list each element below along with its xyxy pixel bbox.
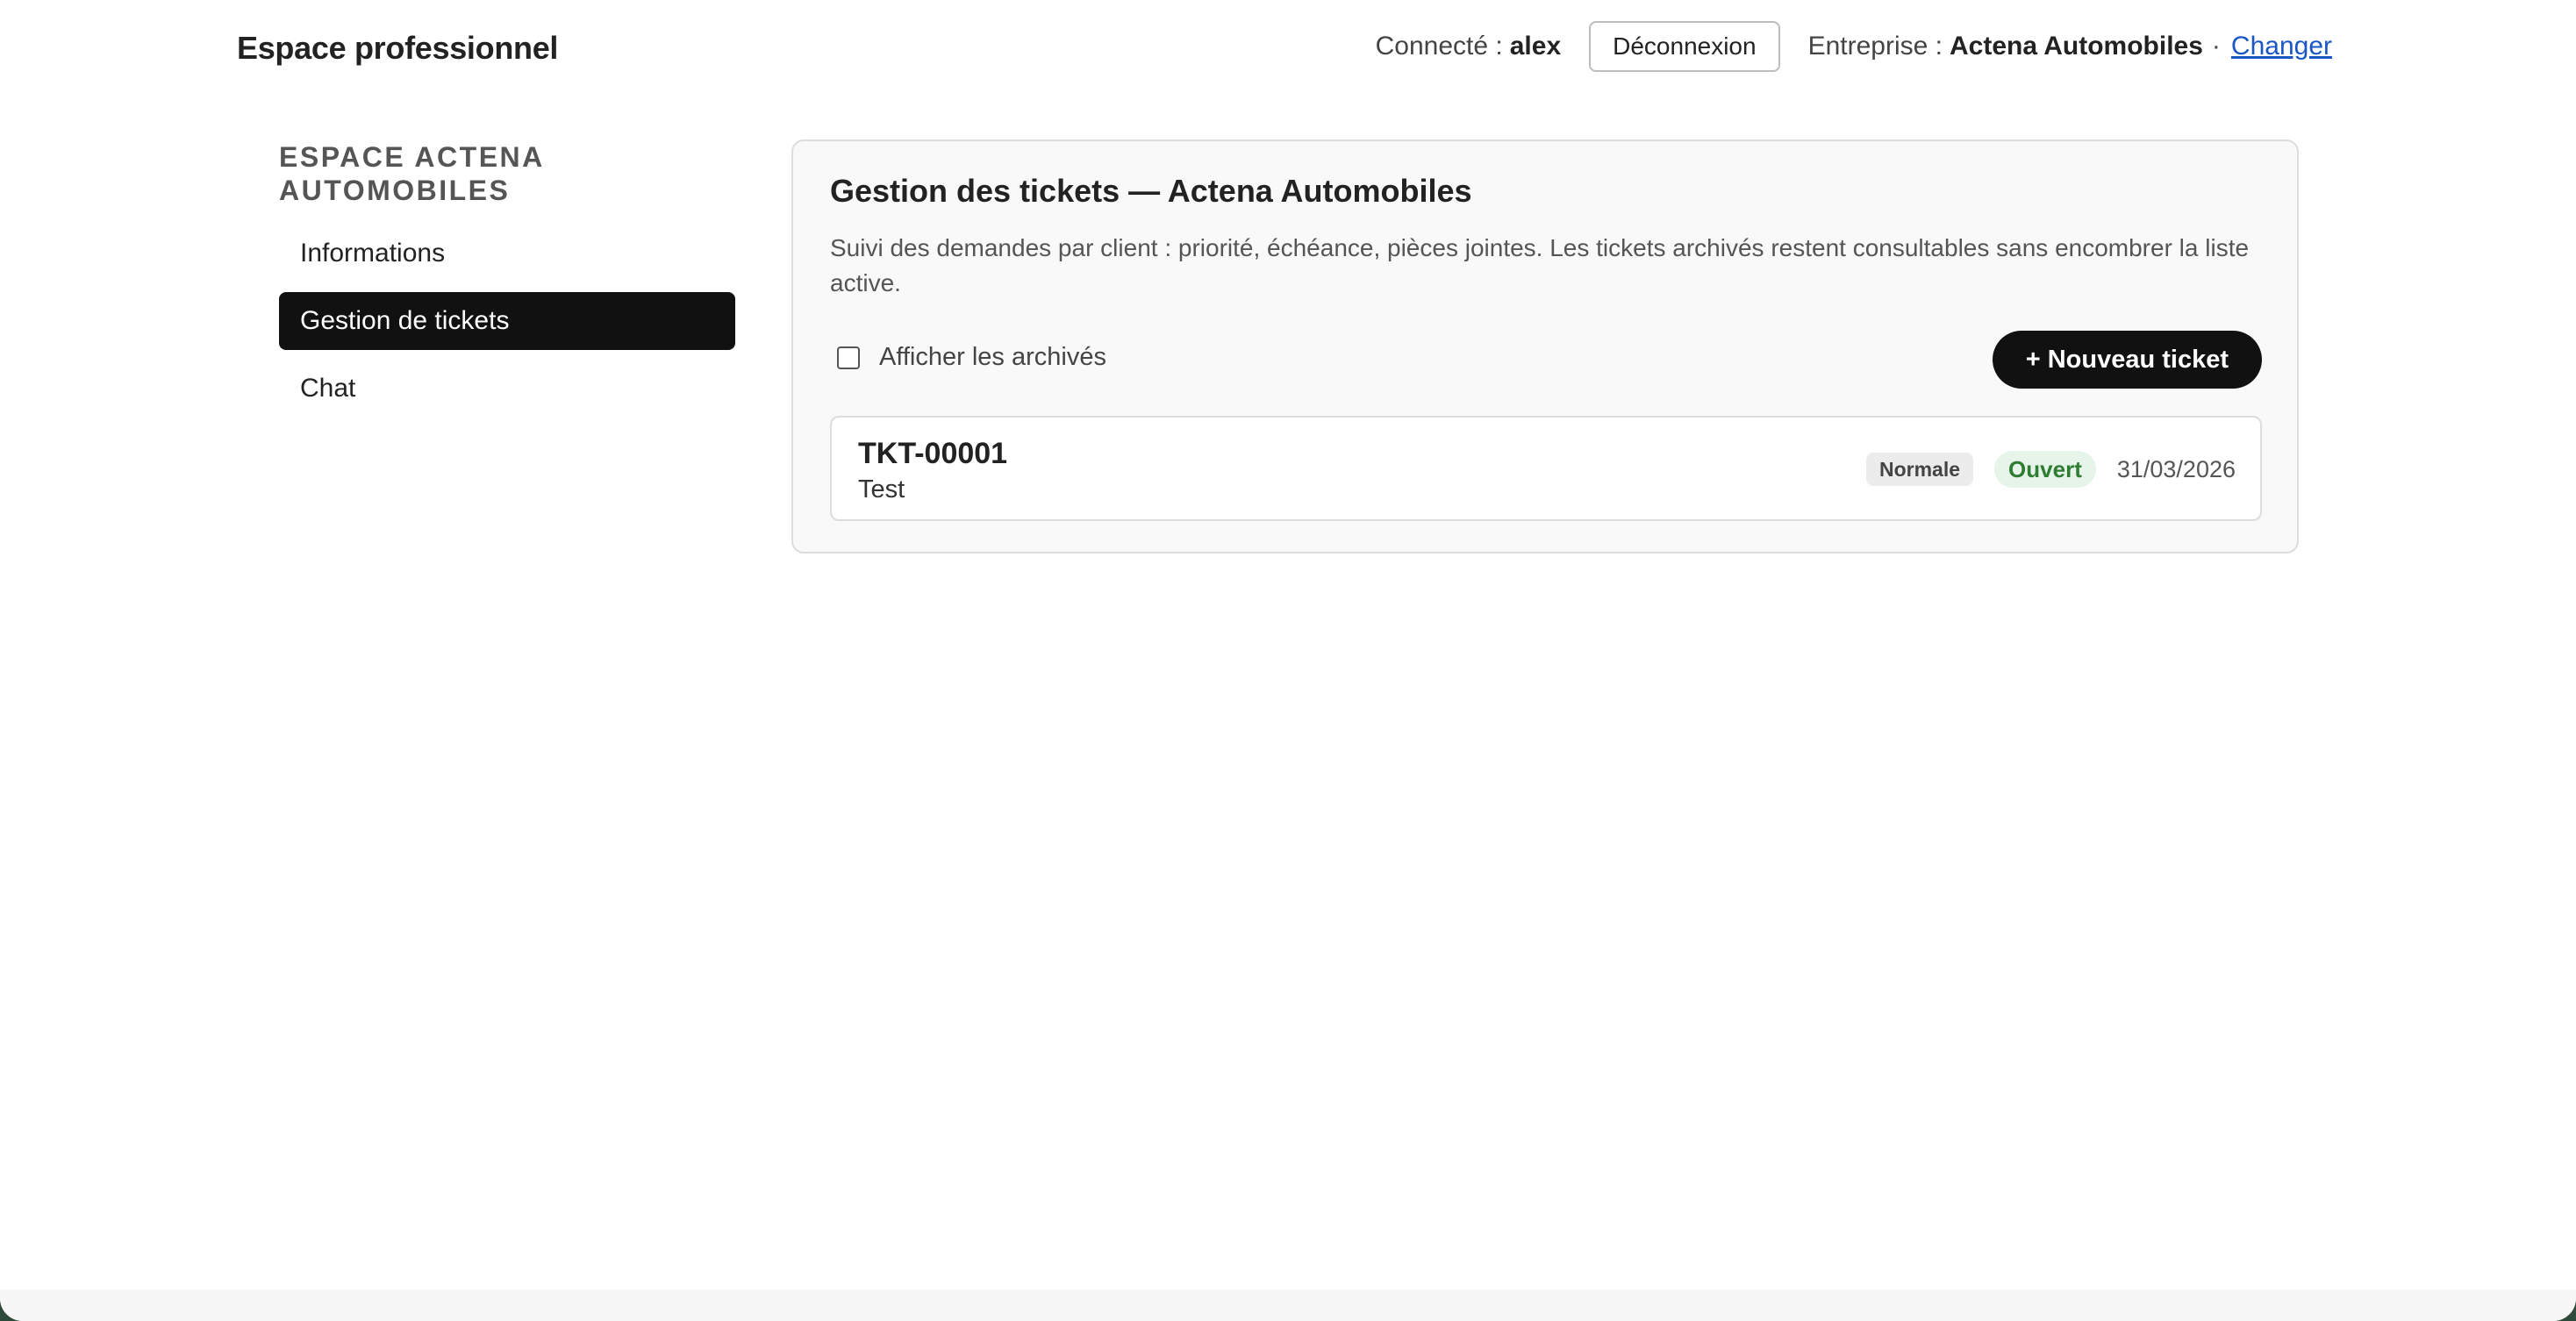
username: alex (1509, 32, 1562, 61)
ticket-due-date: 31/03/2026 (2116, 455, 2236, 482)
priority-badge: Normale (1866, 453, 1974, 486)
show-archived-toggle[interactable]: Afficher les archivés (837, 343, 1106, 372)
company-name: Actena Automobiles (1949, 32, 2203, 61)
change-company-link[interactable]: Changer (2231, 32, 2332, 61)
status-badge: Ouvert (1994, 451, 2096, 488)
new-ticket-button[interactable]: + Nouveau ticket (1992, 331, 2262, 389)
page-description: Suivi des demandes par client : priorité… (830, 234, 2250, 296)
app-window: Espace professionnel Connecté : alex Déc… (0, 0, 2576, 1321)
sidebar-heading: ESPACE ACTENA AUTOMOBILES (279, 141, 544, 206)
ticket-row[interactable]: TKT-00001 Test Normale Ouvert 31/03/2026 (830, 416, 2262, 521)
show-archived-checkbox[interactable] (837, 346, 860, 369)
sidebar-item-chat[interactable]: Chat (279, 360, 735, 418)
show-archived-label: Afficher les archivés (879, 343, 1106, 371)
ticket-id: TKT-00001 (858, 437, 1008, 470)
company-label: Entreprise : (1807, 32, 1943, 61)
sidebar-item-ticket-management[interactable]: Gestion de tickets (279, 292, 735, 350)
ticket-subject: Test (858, 475, 905, 503)
logout-button[interactable]: Déconnexion (1589, 21, 1780, 72)
page-title: Gestion des tickets — Actena Automobiles (830, 173, 1472, 209)
header-separator: · (2211, 32, 2221, 61)
sidebar-item-informations[interactable]: Informations (279, 225, 735, 282)
connected-label: Connecté : (1375, 32, 1503, 61)
window-bottom-edge (0, 1289, 2576, 1321)
app-title: Espace professionnel (237, 30, 559, 66)
sidebar-nav: Informations Gestion de tickets Chat (279, 225, 735, 418)
sidebar: ESPACE ACTENA AUTOMOBILES Informations G… (279, 140, 735, 427)
ticket-meta: Normale Ouvert 31/03/2026 (1866, 451, 2236, 488)
tickets-panel: Gestion des tickets — Actena Automobiles… (791, 139, 2299, 553)
header-user-bar: Connecté : alex Déconnexion Entreprise :… (1376, 21, 2332, 72)
